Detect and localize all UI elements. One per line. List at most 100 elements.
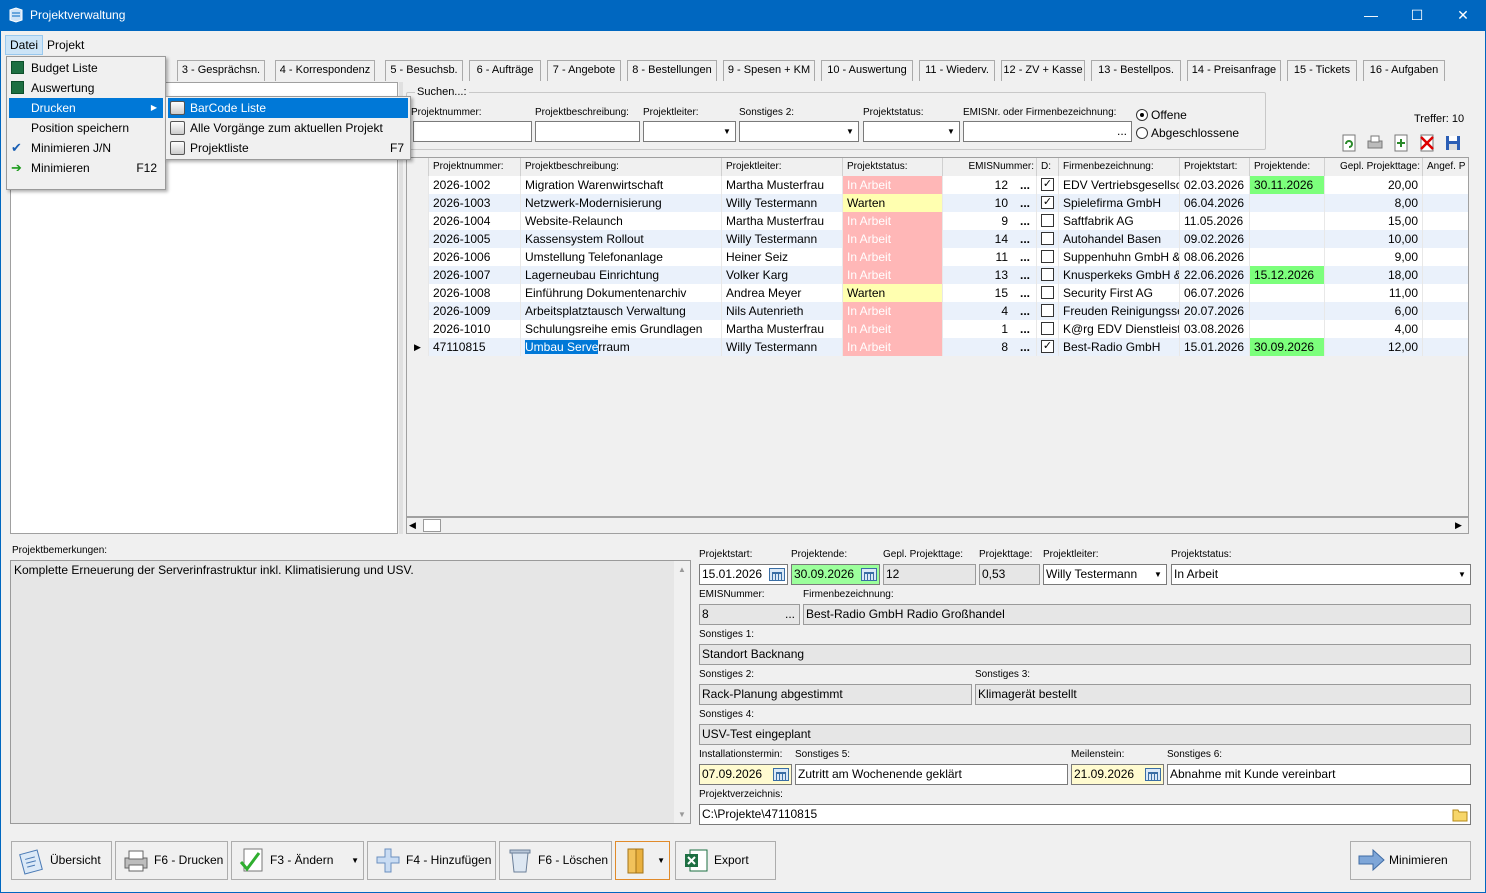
sonstiges3-field[interactable]: Klimagerät bestellt <box>975 684 1471 705</box>
checkbox[interactable]: ✓ <box>1041 196 1054 209</box>
table-row[interactable]: 2026-1007 Lagerneubau Einrichtung Volker K… <box>407 266 1468 284</box>
maximize-window-button[interactable]: ☐ <box>1394 0 1440 31</box>
cell-ende[interactable]: 30.09.2026 <box>1250 338 1325 356</box>
ordner-button[interactable]: ▼ <box>615 841 670 880</box>
checkbox[interactable] <box>1041 322 1054 335</box>
cell-firma[interactable]: Autohandel Basen <box>1059 230 1180 248</box>
checkbox[interactable] <box>1041 232 1054 245</box>
search-sonstiges2-select[interactable]: ▼ <box>739 121 859 142</box>
save-icon[interactable] <box>1444 134 1462 152</box>
cell-emis[interactable]: 8... <box>943 338 1037 356</box>
cell-desc[interactable]: Umbau Serverraum <box>521 338 722 356</box>
cell-nr[interactable]: 2026-1010 <box>429 320 521 338</box>
new-document-icon[interactable] <box>1392 134 1410 152</box>
tab-tickets[interactable]: 15 - Tickets <box>1287 60 1357 81</box>
hinzufuegen-button[interactable]: F4 - Hinzufügen <box>367 841 496 880</box>
table-row[interactable]: 2026-1002 Migration Warenwirtschaft Martha… <box>407 176 1468 194</box>
emis-lookup-button[interactable]: ... <box>1020 302 1030 320</box>
cell-d[interactable] <box>1037 266 1059 284</box>
cell-firma[interactable]: Freuden Reinigungsse <box>1059 302 1180 320</box>
tab-wiedervorlage[interactable]: 11 - Wiederv. <box>919 60 995 81</box>
cell-firma[interactable]: Suppenhuhn GmbH & <box>1059 248 1180 266</box>
cell-tage[interactable]: 4,00 <box>1325 320 1423 338</box>
table-row[interactable]: 2026-1005 Kassensystem Rollout Willy Teste… <box>407 230 1468 248</box>
emis-lookup-button[interactable]: ... <box>1020 230 1030 248</box>
table-row[interactable]: 2026-1006 Umstellung Telefonanlage Heiner … <box>407 248 1468 266</box>
row-indicator[interactable] <box>407 266 429 284</box>
gepl-projekttage-field[interactable]: 12 <box>883 564 976 585</box>
cell-nr[interactable]: 2026-1008 <box>429 284 521 302</box>
cell-nr[interactable]: 2026-1006 <box>429 248 521 266</box>
cell-desc[interactable]: Schulungsreihe emis Grundlagen <box>521 320 722 338</box>
cell-d[interactable] <box>1037 212 1059 230</box>
search-emis-input[interactable]: ... <box>963 121 1132 142</box>
cell-desc[interactable]: Website-Relaunch <box>521 212 722 230</box>
calendar-icon[interactable] <box>773 768 789 781</box>
grid-header-d[interactable]: D: <box>1037 158 1059 176</box>
projektleiter-select[interactable]: Willy Testermann ▼ <box>1043 564 1167 585</box>
cell-nr[interactable]: 2026-1003 <box>429 194 521 212</box>
cell-leiter[interactable]: Martha Musterfrau <box>722 320 843 338</box>
cell-start[interactable]: 08.06.2026 <box>1180 248 1250 266</box>
cell-desc[interactable]: Netzwerk-Modernisierung <box>521 194 722 212</box>
minimieren-button[interactable]: Minimieren <box>1350 841 1471 880</box>
calendar-icon[interactable] <box>769 568 785 581</box>
tab-aufgaben[interactable]: 16 - Aufgaben <box>1363 60 1445 81</box>
scroll-down-arrow-icon[interactable]: ▼ <box>674 810 690 819</box>
cell-start[interactable]: 20.07.2026 <box>1180 302 1250 320</box>
cell-status[interactable]: In Arbeit <box>843 230 943 248</box>
radio-abgeschlossene[interactable] <box>1136 127 1148 139</box>
grid-header-start[interactable]: Projektstart: <box>1180 158 1250 176</box>
menu-datei[interactable]: Datei <box>5 35 44 55</box>
tab-zv-kasse[interactable]: 12 - ZV + Kasse <box>1001 60 1085 81</box>
cell-leiter[interactable]: Heiner Seiz <box>722 248 843 266</box>
tab-bestellpositionen[interactable]: 13 - Bestellpos. <box>1091 60 1181 81</box>
cell-status[interactable]: In Arbeit <box>843 320 943 338</box>
cell-start[interactable]: 02.03.2026 <box>1180 176 1250 194</box>
project-grid[interactable]: Projektnummer: Projektbeschreibung: Proj… <box>406 157 1469 517</box>
cell-leiter[interactable]: Willy Testermann <box>722 338 843 356</box>
cell-status[interactable]: Warten <box>843 284 943 302</box>
table-row[interactable]: 2026-1003 Netzwerk-Modernisierung Willy Te… <box>407 194 1468 212</box>
drucken-menu-item[interactable]: BarCode Liste <box>168 98 408 118</box>
datei-menu-item[interactable]: ➔ Minimieren F12 <box>9 158 163 178</box>
cell-nr[interactable]: 2026-1005 <box>429 230 521 248</box>
checkbox[interactable] <box>1041 286 1054 299</box>
grid-header-gepl-tage[interactable]: Gepl. Projekttage: <box>1325 158 1423 176</box>
checkbox[interactable] <box>1041 268 1054 281</box>
emis-lookup-button[interactable]: ... <box>1020 266 1030 284</box>
search-projektnummer-input[interactable] <box>413 121 532 142</box>
cell-emis[interactable]: 14... <box>943 230 1037 248</box>
cell-d[interactable]: ✓ <box>1037 176 1059 194</box>
cell-status[interactable]: In Arbeit <box>843 266 943 284</box>
cell-status[interactable]: Warten <box>843 194 943 212</box>
search-beschreibung-input[interactable] <box>535 121 640 142</box>
cell-start[interactable]: 09.02.2026 <box>1180 230 1250 248</box>
checkbox[interactable] <box>1041 304 1054 317</box>
datei-menu-item[interactable]: ✔ Minimieren J/N <box>9 138 163 158</box>
cell-firma[interactable]: Spielefirma GmbH <box>1059 194 1180 212</box>
cell-start[interactable]: 06.04.2026 <box>1180 194 1250 212</box>
projektverzeichnis-field[interactable]: C:\Projekte\47110815 <box>699 804 1471 825</box>
datei-menu-item[interactable]: Auswertung <box>9 78 163 98</box>
cell-firma[interactable]: Best-Radio GmbH <box>1059 338 1180 356</box>
table-row[interactable]: 2026-1004 Website-Relaunch Martha Musterfr… <box>407 212 1468 230</box>
cell-emis[interactable]: 11... <box>943 248 1037 266</box>
datei-menu-item[interactable]: Budget Liste <box>9 58 163 78</box>
cell-leiter[interactable]: Volker Karg <box>722 266 843 284</box>
projektstart-datepicker[interactable]: 15.01.2026 <box>699 564 788 585</box>
cell-leiter[interactable]: Nils Autenrieth <box>722 302 843 320</box>
chevron-down-icon[interactable]: ▼ <box>351 842 359 879</box>
sonstiges1-field[interactable]: Standort Backnang <box>699 644 1471 665</box>
row-indicator[interactable] <box>407 194 429 212</box>
cell-d[interactable] <box>1037 248 1059 266</box>
cell-desc[interactable]: Arbeitsplatztausch Verwaltung <box>521 302 722 320</box>
aendern-button[interactable]: F3 - Ändern ▼ <box>231 841 364 880</box>
emis-lookup-button[interactable]: ... <box>1020 194 1030 212</box>
scroll-left-arrow-icon[interactable]: ◀ <box>409 519 421 532</box>
cell-firma[interactable]: Knusperkeks GmbH & <box>1059 266 1180 284</box>
installationstermin-datepicker[interactable]: 07.09.2026 <box>699 764 792 785</box>
scroll-thumb[interactable] <box>423 519 441 532</box>
cell-start[interactable]: 22.06.2026 <box>1180 266 1250 284</box>
projektstatus-select[interactable]: In Arbeit ▼ <box>1171 564 1471 585</box>
